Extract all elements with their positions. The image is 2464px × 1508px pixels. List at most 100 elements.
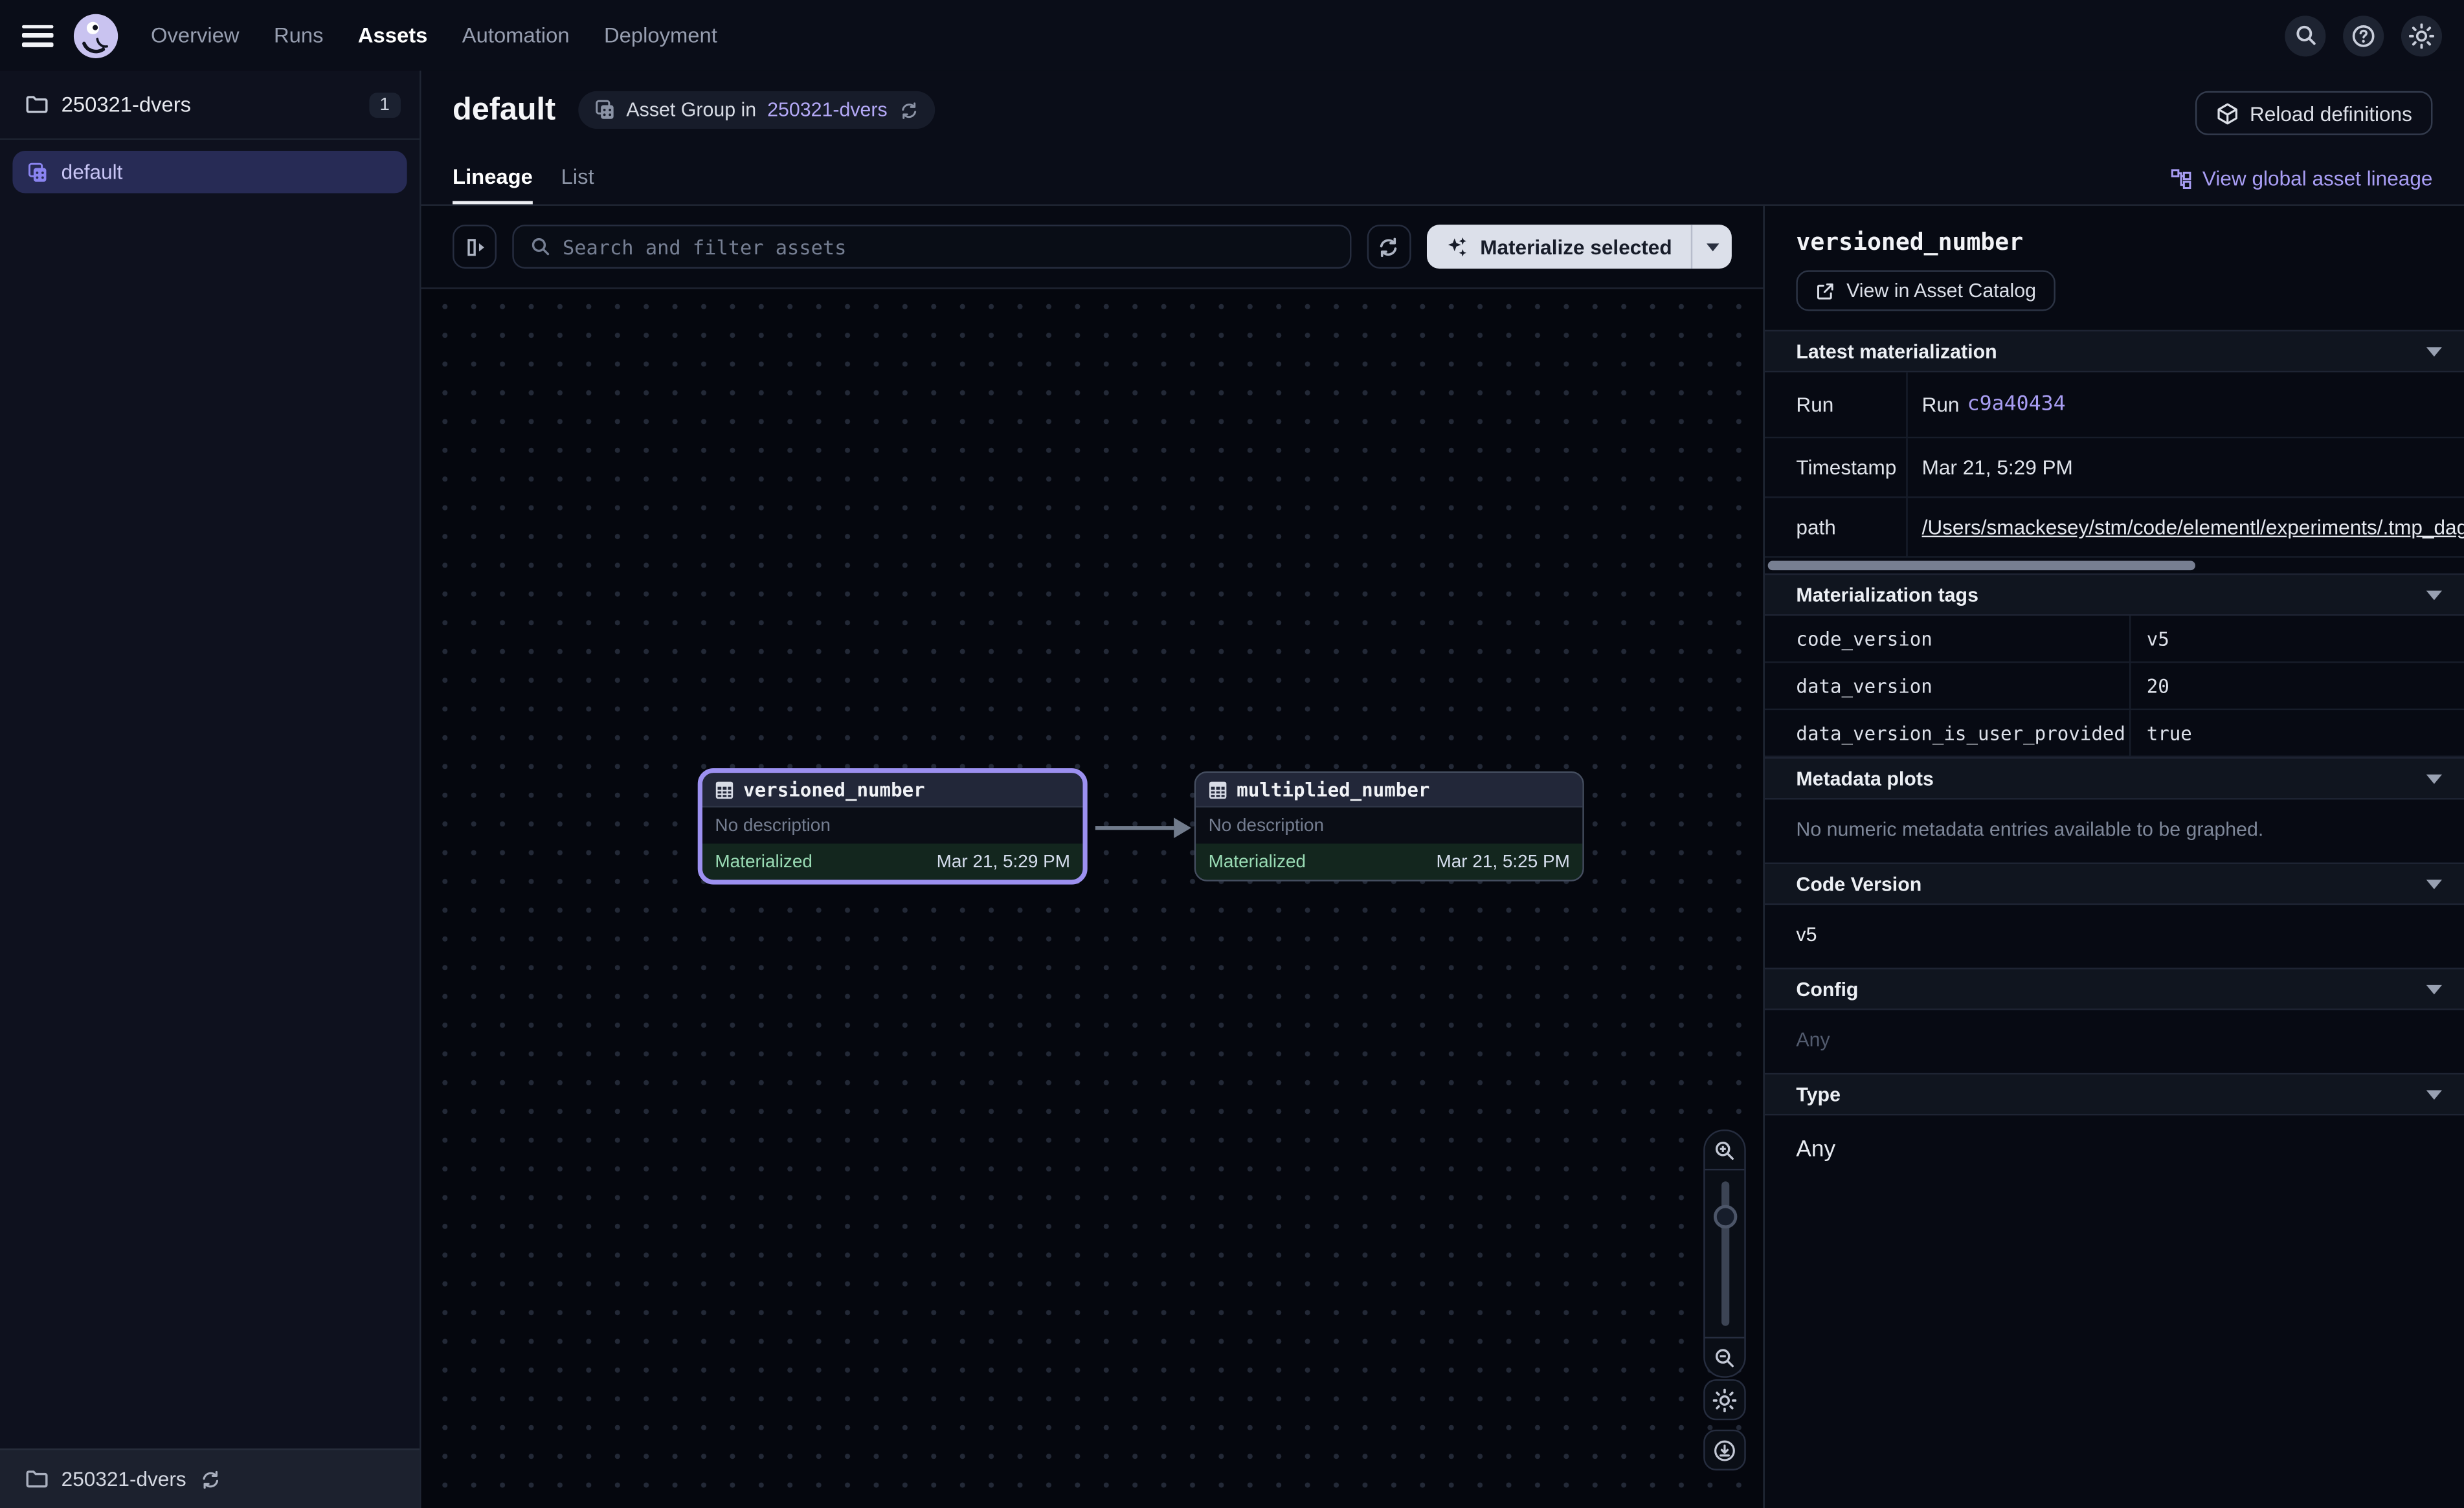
tag-value: 20 [2131, 663, 2464, 710]
asset-table-icon [715, 780, 734, 799]
section-config[interactable]: Config [1765, 968, 2464, 1010]
view-tabs: Lineage List [453, 165, 594, 205]
section-materialization-tags[interactable]: Materialization tags [1765, 573, 2464, 616]
asset-node-description: No description [1196, 808, 1582, 844]
asset-node-name: versioned_number [743, 779, 925, 801]
panel-horizontal-scrollbar [1765, 558, 2464, 573]
asset-group-icon [593, 99, 615, 121]
sidebar-item-label: default [62, 161, 123, 184]
asset-group-icon [27, 161, 49, 183]
lineage-canvas[interactable]: versioned_number No description Material… [421, 289, 1764, 1508]
folder-icon [25, 1467, 49, 1491]
lineage-toolbar: Materialize selected [421, 206, 1764, 289]
asset-node-versioned-number[interactable]: versioned_number No description Material… [698, 768, 1088, 885]
sidebar-group-label: 250321-dvers [62, 93, 191, 116]
asset-group-badge: Asset Group in 250321-dvers [577, 91, 934, 129]
sync-icon[interactable] [899, 100, 919, 120]
latest-materialization-table: Run Run c9a40434 Timestamp Mar 21, 5:29 … [1765, 372, 2464, 557]
sidebar-item-default[interactable]: default [12, 151, 407, 194]
config-value: Any [1765, 1010, 2464, 1073]
zoom-controls [1703, 1129, 1746, 1378]
app-window: Overview Runs Assets Automation Deployme… [0, 0, 2464, 1508]
asset-node-status: Materialized [1209, 852, 1306, 871]
nav-item-overview[interactable]: Overview [151, 23, 240, 47]
search-icon[interactable] [2285, 15, 2325, 56]
lineage-graph-icon [2169, 168, 2191, 190]
run-id-link[interactable]: c9a40434 [1967, 393, 2066, 416]
materialize-dropdown-caret[interactable] [1691, 225, 1732, 269]
tag-key: code_version [1765, 616, 2131, 663]
section-type[interactable]: Type [1765, 1073, 2464, 1116]
help-icon[interactable] [2343, 15, 2384, 56]
graph-settings-gear-icon[interactable] [1703, 1379, 1746, 1420]
panel-asset-title: versioned_number [1796, 228, 2432, 256]
materialize-selected-button[interactable]: Materialize selected [1427, 225, 1732, 269]
lineage-edge [1093, 814, 1194, 842]
zoom-slider-knob[interactable] [1713, 1205, 1736, 1228]
view-global-asset-lineage-link[interactable]: View global asset lineage [2169, 166, 2433, 190]
asset-node-timestamp: Mar 21, 5:25 PM [1437, 852, 1570, 871]
table-row-value: Run c9a40434 [1908, 372, 2464, 438]
settings-gear-icon[interactable] [2401, 15, 2442, 56]
zoom-in-icon[interactable] [1705, 1131, 1745, 1169]
reload-definitions-button[interactable]: Reload definitions [2195, 91, 2432, 135]
section-metadata-plots[interactable]: Metadata plots [1765, 757, 2464, 800]
nav-item-automation[interactable]: Automation [462, 23, 570, 47]
sidebar-footer-label: 250321-dvers [62, 1467, 186, 1491]
page-title: default [453, 92, 555, 128]
search-input[interactable] [563, 235, 1334, 258]
section-latest-materialization[interactable]: Latest materialization [1765, 330, 2464, 373]
sidebar: 250321-dvers 1 default 250321-dvers [0, 71, 421, 1508]
download-image-icon[interactable] [1703, 1430, 1746, 1470]
table-row-label: path [1765, 498, 1908, 557]
tag-value: v5 [2131, 616, 2464, 663]
toggle-panel-icon[interactable] [453, 225, 497, 269]
asset-search [512, 225, 1351, 269]
sidebar-group-250321-dvers[interactable]: 250321-dvers 1 [0, 71, 420, 140]
tag-value: true [2131, 710, 2464, 757]
folder-icon [25, 93, 49, 116]
chevron-down-icon [2426, 346, 2442, 356]
sidebar-footer: 250321-dvers [0, 1448, 420, 1508]
nav-item-deployment[interactable]: Deployment [604, 23, 717, 47]
chevron-down-icon [2426, 879, 2442, 889]
metadata-plots-empty-message: No numeric metadata entries available to… [1765, 799, 2464, 862]
asset-group-badge-link[interactable]: 250321-dvers [767, 99, 888, 121]
materialization-tags-table: code_version v5 data_version 20 data_ver… [1765, 616, 2464, 757]
nav-item-runs[interactable]: Runs [274, 23, 323, 47]
section-code-version[interactable]: Code Version [1765, 863, 2464, 905]
asset-group-badge-text: Asset Group in [626, 99, 756, 121]
asset-node-name: multiplied_number [1237, 779, 1429, 801]
chevron-down-icon [2426, 590, 2442, 599]
asset-node-description: No description [702, 808, 1082, 844]
table-row-label: Run [1765, 372, 1908, 438]
tab-lineage[interactable]: Lineage [453, 165, 533, 205]
top-nav: Overview Runs Assets Automation Deployme… [0, 0, 2464, 71]
zoom-out-icon[interactable] [1705, 1338, 1745, 1376]
chevron-down-icon [2426, 984, 2442, 994]
nav-item-assets[interactable]: Assets [358, 23, 427, 47]
sidebar-group-count-badge: 1 [368, 92, 401, 117]
zoom-slider[interactable] [1705, 1169, 1745, 1338]
dagster-logo[interactable] [73, 12, 120, 59]
materialize-sparkle-icon [1446, 235, 1469, 258]
code-version-value: v5 [1765, 905, 2464, 968]
path-link[interactable]: /Users/smackesey/stm/code/elementl/exper… [1922, 515, 2464, 538]
asset-details-panel: versioned_number View in Asset Catalog L… [1763, 206, 2464, 1508]
asset-node-timestamp: Mar 21, 5:29 PM [937, 852, 1070, 871]
zoom-slider-track[interactable] [1721, 1181, 1729, 1325]
hamburger-menu-icon[interactable] [22, 25, 54, 47]
asset-table-icon [1209, 780, 1227, 799]
tag-key: data_version [1765, 663, 2131, 710]
tab-list[interactable]: List [561, 165, 594, 205]
refresh-icon[interactable] [1367, 225, 1411, 269]
sync-icon[interactable] [199, 1468, 221, 1490]
reload-cube-icon [2215, 102, 2239, 125]
top-nav-actions [2285, 15, 2442, 56]
asset-node-multiplied-number[interactable]: multiplied_number No description Materia… [1194, 771, 1584, 882]
scrollbar-thumb[interactable] [1768, 561, 2195, 571]
asset-node-status: Materialized [715, 852, 812, 871]
type-value: Any [1765, 1115, 2464, 1188]
view-in-asset-catalog-button[interactable]: View in Asset Catalog [1796, 270, 2055, 311]
table-row-value: /Users/smackesey/stm/code/elementl/exper… [1908, 498, 2464, 557]
